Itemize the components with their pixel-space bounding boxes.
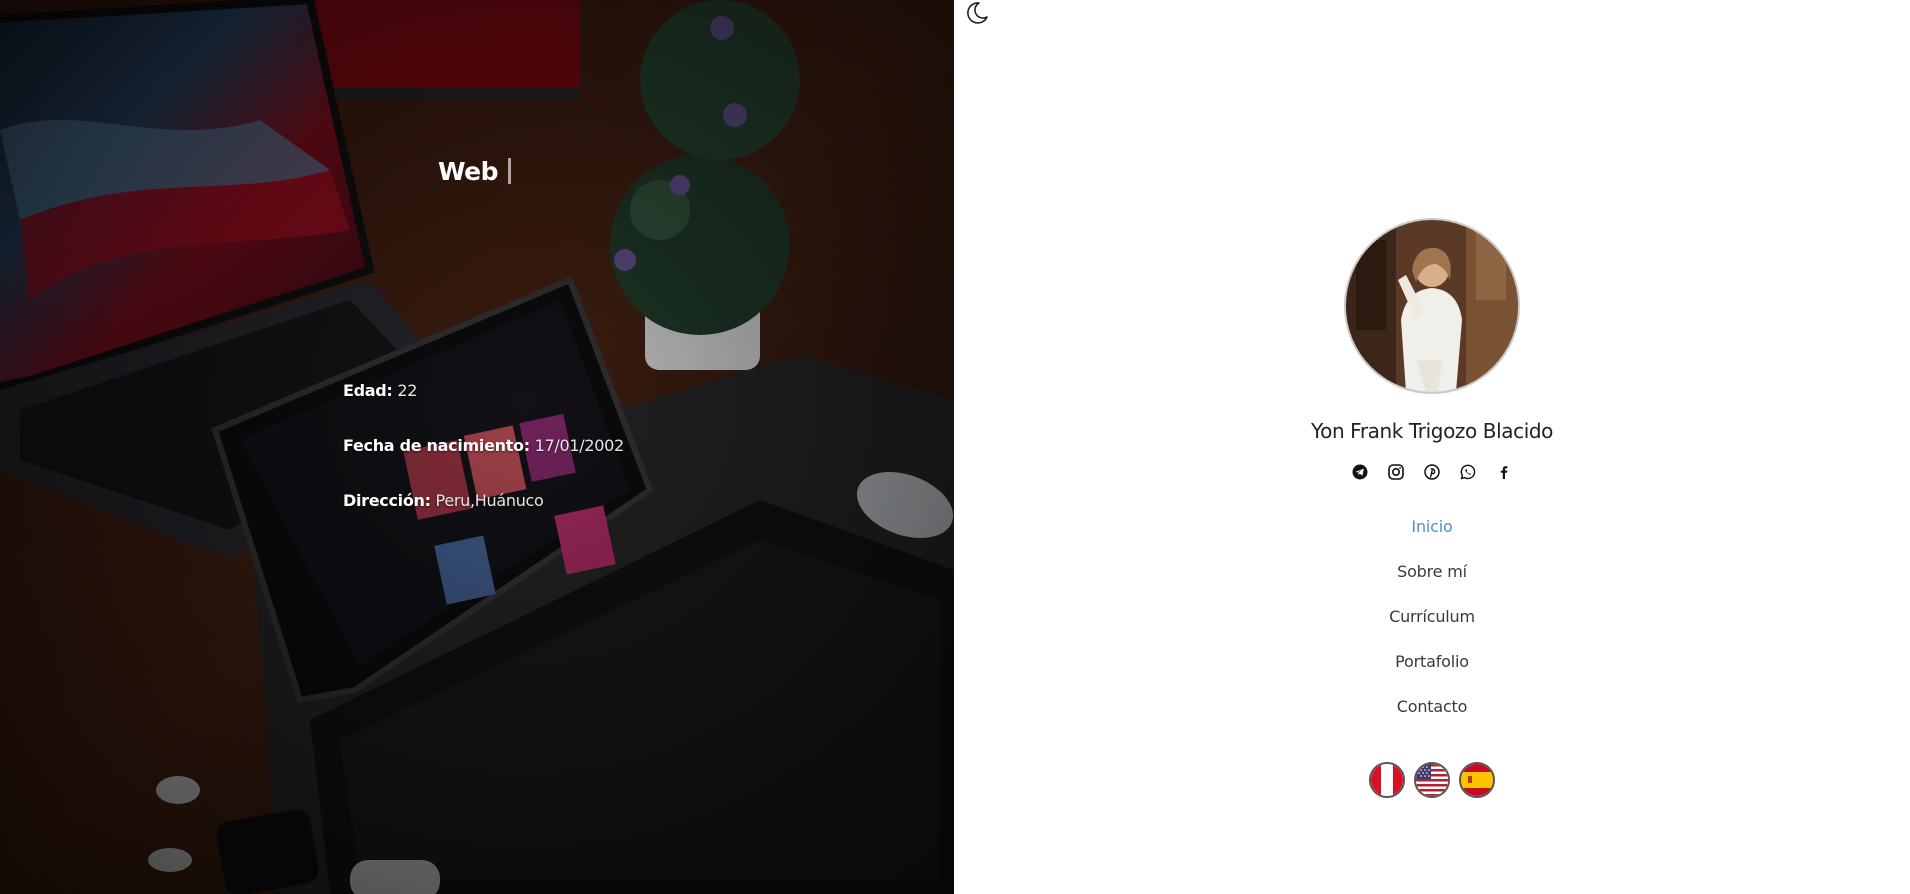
info-age-value: 22 (397, 381, 418, 400)
telegram-icon (1352, 464, 1368, 480)
moon-icon (967, 2, 988, 24)
whatsapp-link[interactable] (1458, 462, 1478, 482)
pinterest-icon (1424, 464, 1440, 480)
info-birthdate-value: 17/01/2002 (534, 436, 625, 455)
nav-item-portafolio[interactable]: Portafolio (954, 652, 1910, 697)
dark-mode-toggle[interactable] (964, 0, 990, 26)
facebook-icon (1500, 466, 1508, 479)
whatsapp-icon (1460, 464, 1476, 480)
language-peru-button[interactable] (1369, 762, 1405, 798)
avatar (1344, 218, 1520, 394)
usa-flag-icon (1416, 764, 1448, 796)
social-links (954, 462, 1910, 482)
typing-cursor (508, 158, 512, 184)
info-address-label: Dirección: (343, 491, 431, 510)
hero-section: Web Edad: 22 Fecha de nacimiento: 17/01/… (0, 0, 954, 894)
peru-flag-icon (1371, 764, 1403, 796)
pinterest-link[interactable] (1422, 462, 1442, 482)
hero-title-text: Web (438, 157, 499, 186)
info-birthdate: Fecha de nacimiento: 17/01/2002 (343, 436, 624, 455)
telegram-link[interactable] (1350, 462, 1370, 482)
nav-item-inicio[interactable]: Inicio (954, 517, 1910, 562)
info-address-value: Peru,Huánuco (435, 491, 544, 510)
language-spain-button[interactable] (1459, 762, 1495, 798)
avatar-photo (1346, 220, 1518, 392)
hero-typing-title: Web (438, 157, 512, 186)
profile-name: Yon Frank Trigozo Blacido (1310, 419, 1554, 443)
facebook-link[interactable] (1494, 462, 1514, 482)
nav-item-contacto[interactable]: Contacto (954, 697, 1910, 742)
language-switcher (954, 762, 1910, 798)
sidebar-panel: Yon Frank Trigozo Blacido Inicio Sobre m… (954, 0, 1910, 894)
page: Web Edad: 22 Fecha de nacimiento: 17/01/… (0, 0, 1910, 894)
info-address: Dirección: Peru,Huánuco (343, 491, 544, 510)
instagram-link[interactable] (1386, 462, 1406, 482)
info-age-label: Edad: (343, 381, 393, 400)
nav-item-sobre-mi[interactable]: Sobre mí (954, 562, 1910, 607)
spain-flag-icon (1461, 764, 1493, 796)
nav-item-curriculum[interactable]: Currículum (954, 607, 1910, 652)
main-nav: Inicio Sobre mí Currículum Portafolio Co… (954, 517, 1910, 742)
info-age: Edad: 22 (343, 381, 417, 400)
language-usa-button[interactable] (1414, 762, 1450, 798)
info-birthdate-label: Fecha de nacimiento: (343, 436, 530, 455)
instagram-icon (1388, 464, 1404, 480)
